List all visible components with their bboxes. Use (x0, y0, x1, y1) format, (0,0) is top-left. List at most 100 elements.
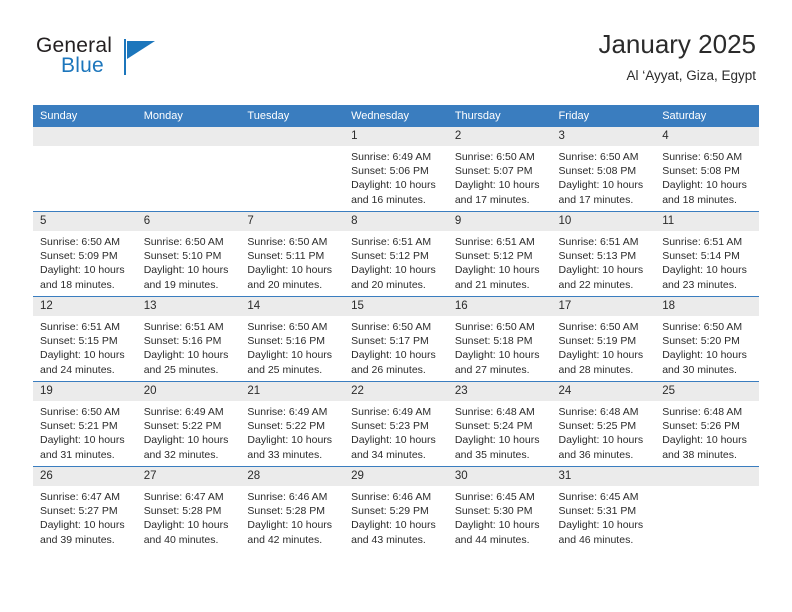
calendar-day-cell[interactable]: 19 Sunrise: 6:50 AM Sunset: 5:21 PM Dayligh… (33, 381, 137, 467)
day-number: 19 (33, 382, 137, 401)
calendar-day-cell[interactable]: 6 Sunrise: 6:50 AM Sunset: 5:10 PM Daylight… (136, 211, 241, 297)
day-number: 16 (447, 297, 552, 316)
sunset-time: Sunset: 5:12 PM (454, 250, 533, 263)
sunset-time: Sunset: 5:17 PM (351, 335, 429, 348)
weekday-header-friday: Friday (551, 105, 656, 127)
calendar-day-cell[interactable]: 5 Sunrise: 6:50 AM Sunset: 5:09 PM Daylight… (33, 211, 137, 297)
weekday-header-thursday: Thursday (447, 105, 552, 127)
day-number: 9 (447, 212, 552, 231)
calendar-day-cell[interactable]: 15 Sunrise: 6:50 AM Sunset: 5:17 PM Dayligh… (344, 296, 448, 382)
day-details: Sunrise: 6:50 AM Sunset: 5:16 PM Daylight:… (240, 316, 344, 377)
sunset-time: Sunset: 5:11 PM (247, 250, 325, 263)
day-number: 27 (136, 467, 241, 486)
calendar-day-cell[interactable]: 31 Sunrise: 6:45 AM Sunset: 5:31 PM Dayligh… (551, 466, 656, 551)
daylight-duration-line2: and 18 minutes. (662, 193, 737, 206)
general-blue-logo[interactable]: General Blue (36, 34, 236, 90)
calendar-day-cell[interactable]: 17 Sunrise: 6:50 AM Sunset: 5:19 PM Dayligh… (551, 296, 656, 382)
calendar-day-cell[interactable]: 22 Sunrise: 6:49 AM Sunset: 5:23 PM Dayligh… (344, 381, 448, 467)
daylight-duration-line1: Daylight: 10 hours (143, 519, 229, 532)
calendar-day-cell[interactable]: 26 Sunrise: 6:47 AM Sunset: 5:27 PM Dayligh… (33, 466, 137, 551)
calendar-day-cell-empty (33, 127, 137, 212)
calendar-day-cell[interactable]: 14 Sunrise: 6:50 AM Sunset: 5:16 PM Dayligh… (240, 296, 345, 382)
sunrise-time: Sunrise: 6:45 AM (454, 491, 535, 503)
day-details: Sunrise: 6:49 AM Sunset: 5:22 PM Daylight:… (137, 401, 241, 462)
calendar-day-cell[interactable]: 12 Sunrise: 6:51 AM Sunset: 5:15 PM Dayligh… (33, 296, 137, 382)
sunrise-time: Sunrise: 6:50 AM (662, 321, 743, 333)
daylight-duration-line1: Daylight: 10 hours (351, 264, 436, 277)
calendar-day-cell[interactable]: 24 Sunrise: 6:48 AM Sunset: 5:25 PM Dayligh… (551, 381, 656, 467)
calendar-day-cell[interactable]: 29 Sunrise: 6:46 AM Sunset: 5:29 PM Dayligh… (344, 466, 448, 551)
day-number: 2 (447, 127, 552, 146)
calendar-day-cell[interactable]: 28 Sunrise: 6:46 AM Sunset: 5:28 PM Dayligh… (240, 466, 345, 551)
day-details: Sunrise: 6:50 AM Sunset: 5:21 PM Daylight:… (33, 401, 137, 462)
day-details: Sunrise: 6:51 AM Sunset: 5:15 PM Daylight:… (33, 316, 137, 377)
weekday-header-row: Sunday Monday Tuesday Wednesday Thursday… (33, 105, 759, 127)
calendar-day-cell[interactable]: 7 Sunrise: 6:50 AM Sunset: 5:11 PM Daylight… (240, 211, 345, 297)
day-details: Sunrise: 6:51 AM Sunset: 5:13 PM Daylight:… (552, 231, 656, 292)
daylight-duration-line1: Daylight: 10 hours (40, 434, 125, 447)
day-details: Sunrise: 6:49 AM Sunset: 5:06 PM Daylight:… (344, 146, 448, 207)
daylight-duration-line2: and 38 minutes. (662, 448, 737, 461)
sunrise-time: Sunrise: 6:50 AM (558, 321, 639, 333)
day-details: Sunrise: 6:50 AM Sunset: 5:09 PM Daylight:… (33, 231, 137, 292)
sunrise-time: Sunrise: 6:51 AM (454, 236, 535, 248)
daylight-duration-line2: and 40 minutes. (143, 533, 219, 546)
daylight-duration-line2: and 16 minutes. (351, 193, 426, 206)
daylight-duration-line1: Daylight: 10 hours (351, 519, 436, 532)
day-number: 8 (344, 212, 448, 231)
calendar-day-cell[interactable]: 30 Sunrise: 6:45 AM Sunset: 5:30 PM Dayligh… (447, 466, 552, 551)
sunrise-time: Sunrise: 6:51 AM (40, 321, 120, 333)
daylight-duration-line1: Daylight: 10 hours (40, 519, 125, 532)
calendar-day-cell[interactable]: 21 Sunrise: 6:49 AM Sunset: 5:22 PM Dayligh… (240, 381, 345, 467)
day-number: 11 (655, 212, 759, 231)
sunset-time: Sunset: 5:24 PM (454, 420, 533, 433)
daylight-duration-line1: Daylight: 10 hours (40, 349, 125, 362)
daylight-duration-line1: Daylight: 10 hours (143, 264, 229, 277)
day-details: Sunrise: 6:50 AM Sunset: 5:20 PM Daylight:… (655, 316, 759, 377)
calendar-day-cell[interactable]: 3 Sunrise: 6:50 AM Sunset: 5:08 PM Daylight… (551, 127, 656, 212)
daylight-duration-line1: Daylight: 10 hours (247, 264, 333, 277)
daylight-duration-line2: and 46 minutes. (558, 533, 634, 546)
daylight-duration-line2: and 19 minutes. (143, 278, 219, 291)
calendar-day-cell[interactable]: 27 Sunrise: 6:47 AM Sunset: 5:28 PM Dayligh… (136, 466, 241, 551)
calendar-day-cell[interactable]: 4 Sunrise: 6:50 AM Sunset: 5:08 PM Daylight… (655, 127, 759, 212)
daylight-duration-line2: and 44 minutes. (454, 533, 530, 546)
day-number: 20 (136, 382, 241, 401)
sunrise-time: Sunrise: 6:49 AM (351, 406, 432, 418)
calendar-day-cell[interactable]: 25 Sunrise: 6:48 AM Sunset: 5:26 PM Dayligh… (655, 381, 759, 467)
day-details: Sunrise: 6:48 AM Sunset: 5:24 PM Daylight:… (448, 401, 552, 462)
sunset-time: Sunset: 5:12 PM (351, 250, 429, 263)
sunset-time: Sunset: 5:14 PM (662, 250, 740, 263)
day-details: Sunrise: 6:49 AM Sunset: 5:23 PM Daylight:… (344, 401, 448, 462)
calendar-body: 1 Sunrise: 6:49 AM Sunset: 5:06 PM Daylight… (33, 127, 759, 551)
day-number: 15 (344, 297, 448, 316)
daylight-duration-line2: and 17 minutes. (558, 193, 634, 206)
weekday-header-monday: Monday (136, 105, 241, 127)
calendar-day-cell[interactable]: 23 Sunrise: 6:48 AM Sunset: 5:24 PM Dayligh… (447, 381, 552, 467)
calendar-day-cell[interactable]: 11 Sunrise: 6:51 AM Sunset: 5:14 PM Dayligh… (655, 211, 759, 297)
sunrise-time: Sunrise: 6:51 AM (143, 321, 224, 333)
calendar-week-row: 12 Sunrise: 6:51 AM Sunset: 5:15 PM Dayligh… (33, 296, 759, 382)
sunrise-time: Sunrise: 6:50 AM (454, 321, 535, 333)
sunrise-time: Sunrise: 6:51 AM (662, 236, 743, 248)
sunrise-time: Sunrise: 6:50 AM (558, 151, 639, 163)
calendar-day-cell[interactable]: 13 Sunrise: 6:51 AM Sunset: 5:16 PM Dayligh… (136, 296, 241, 382)
sunrise-time: Sunrise: 6:47 AM (143, 491, 224, 503)
calendar-day-cell[interactable]: 2 Sunrise: 6:50 AM Sunset: 5:07 PM Daylight… (447, 127, 552, 212)
daylight-duration-line2: and 17 minutes. (454, 193, 530, 206)
sunset-time: Sunset: 5:07 PM (454, 165, 533, 178)
triangle-flag-icon (127, 41, 155, 59)
daylight-duration-line1: Daylight: 10 hours (351, 349, 436, 362)
calendar-day-cell[interactable]: 16 Sunrise: 6:50 AM Sunset: 5:18 PM Dayligh… (447, 296, 552, 382)
daylight-duration-line2: and 28 minutes. (558, 363, 634, 376)
calendar-day-cell[interactable]: 8 Sunrise: 6:51 AM Sunset: 5:12 PM Daylight… (344, 211, 448, 297)
calendar-day-cell[interactable]: 10 Sunrise: 6:51 AM Sunset: 5:13 PM Dayligh… (551, 211, 656, 297)
daylight-duration-line2: and 25 minutes. (247, 363, 323, 376)
sunrise-time: Sunrise: 6:50 AM (662, 151, 743, 163)
calendar-day-cell[interactable]: 1 Sunrise: 6:49 AM Sunset: 5:06 PM Daylight… (344, 127, 448, 212)
daylight-duration-line2: and 18 minutes. (40, 278, 115, 291)
day-details: Sunrise: 6:50 AM Sunset: 5:08 PM Daylight:… (552, 146, 656, 207)
calendar-day-cell[interactable]: 20 Sunrise: 6:49 AM Sunset: 5:22 PM Dayligh… (136, 381, 241, 467)
calendar-day-cell[interactable]: 9 Sunrise: 6:51 AM Sunset: 5:12 PM Daylight… (447, 211, 552, 297)
calendar-day-cell[interactable]: 18 Sunrise: 6:50 AM Sunset: 5:20 PM Dayligh… (655, 296, 759, 382)
